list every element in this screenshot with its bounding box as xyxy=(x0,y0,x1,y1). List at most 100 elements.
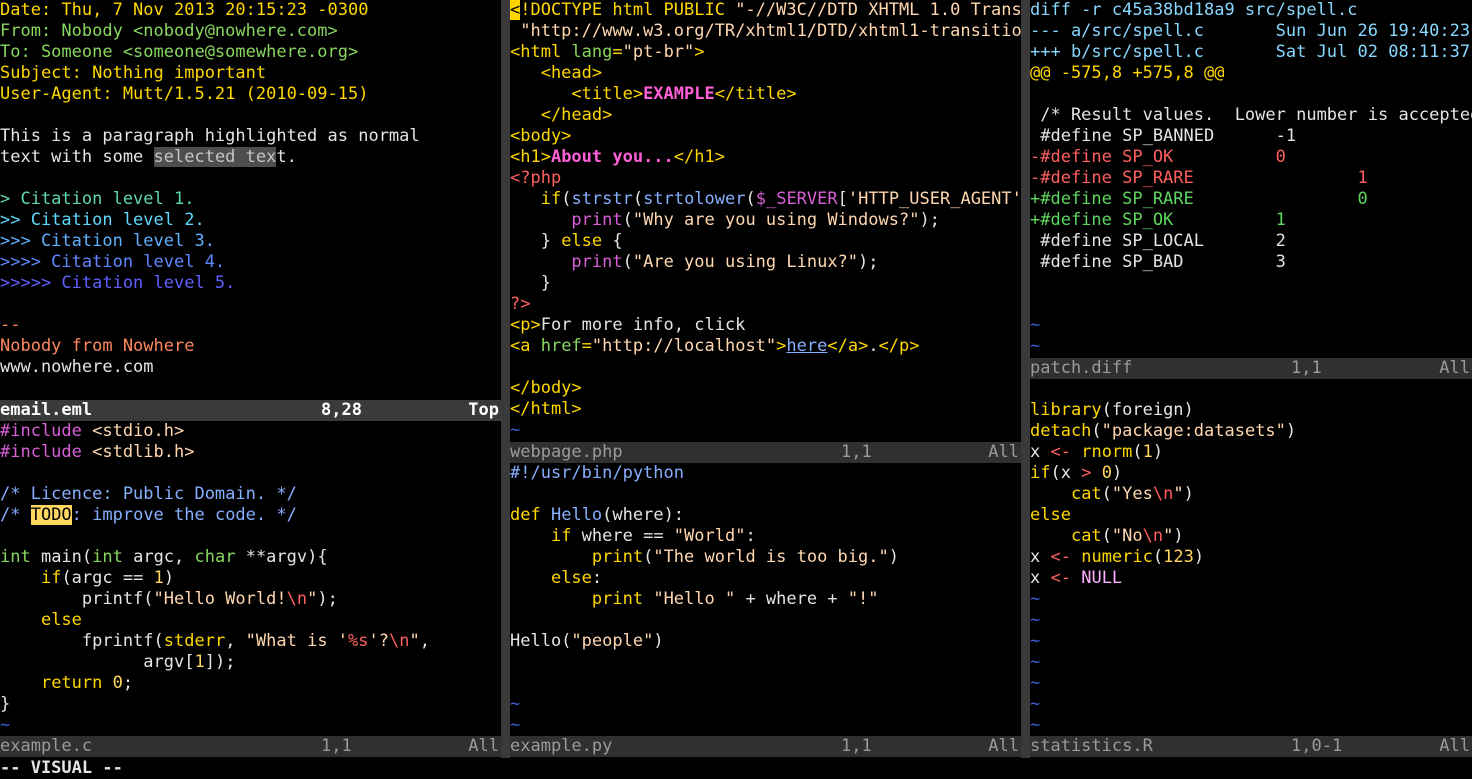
code-line[interactable]: Subject: Nothing important xyxy=(0,63,501,84)
pane-webpage[interactable]: <!DOCTYPE html PUBLIC "-//W3C//DTD XHTML… xyxy=(510,0,1021,442)
vertical-split-separator[interactable] xyxy=(501,0,510,758)
vertical-split-separator[interactable] xyxy=(1021,0,1030,758)
code-line[interactable]: print("The world is too big.") xyxy=(510,547,1021,568)
code-line[interactable] xyxy=(1030,294,1472,315)
code-line[interactable]: print("Why are you using Windows?"); xyxy=(510,210,1021,231)
code-line[interactable]: if(argc == 1) xyxy=(0,568,501,589)
code-line[interactable]: print("Are you using Linux?"); xyxy=(510,252,1021,273)
code-line[interactable]: def Hello(where): xyxy=(510,505,1021,526)
code-line[interactable]: fprintf(stderr, "What is '%s'?\n", xyxy=(0,631,501,652)
code-line[interactable]: >>>>> Citation level 5. xyxy=(0,273,501,294)
code-line[interactable]: x <- NULL xyxy=(1030,568,1472,589)
code-line[interactable]: x <- numeric(123) xyxy=(1030,547,1472,568)
statusline-example-c[interactable]: example.c 1,1 All xyxy=(0,736,501,757)
code-line[interactable]: else xyxy=(1030,505,1472,526)
code-line[interactable]: -#define SP_OK 0 xyxy=(1030,147,1472,168)
code-line[interactable]: text with some selected text. xyxy=(0,147,501,168)
code-line[interactable]: #define SP_BAD 3 xyxy=(1030,252,1472,273)
code-line[interactable]: +#define SP_OK 1 xyxy=(1030,210,1472,231)
code-line[interactable]: library(foreign) xyxy=(1030,400,1472,421)
code-line[interactable] xyxy=(0,105,501,126)
code-line[interactable]: /* TODO: improve the code. */ xyxy=(0,505,501,526)
code-line[interactable]: #define SP_LOCAL 2 xyxy=(1030,231,1472,252)
code-line[interactable] xyxy=(0,526,501,547)
code-line[interactable]: www.nowhere.com xyxy=(0,357,501,378)
code-line[interactable]: #define SP_BANNED -1 xyxy=(1030,126,1472,147)
code-line[interactable]: /* Licence: Public Domain. */ xyxy=(0,484,501,505)
code-line[interactable]: <html lang="pt-br"> xyxy=(510,42,1021,63)
code-line[interactable]: cat("Yes\n") xyxy=(1030,484,1472,505)
code-line[interactable]: <body> xyxy=(510,126,1021,147)
code-line[interactable]: +++ b/src/spell.c Sat Jul 02 08:11:37 xyxy=(1030,42,1472,63)
code-line[interactable]: <h1>About you...</h1> xyxy=(510,147,1021,168)
pane-patch-diff[interactable]: diff -r c45a38bd18a9 src/spell.c --- a/sr… xyxy=(1030,0,1472,358)
code-line[interactable]: } xyxy=(510,273,1021,294)
statusline-webpage[interactable]: webpage.php 1,1 All xyxy=(510,442,1021,463)
code-line[interactable]: <a href="http://localhost">here</a>.</p> xyxy=(510,336,1021,357)
code-line[interactable]: return 0; xyxy=(0,673,501,694)
code-line[interactable]: #include <stdlib.h> xyxy=(0,442,501,463)
code-line[interactable]: printf("Hello World!\n"); xyxy=(0,589,501,610)
code-line[interactable] xyxy=(510,484,1021,505)
code-line[interactable]: argv[1]); xyxy=(0,652,501,673)
code-line[interactable]: >>> Citation level 3. xyxy=(0,231,501,252)
code-line[interactable]: else: xyxy=(510,568,1021,589)
code-line[interactable]: /* Result values. Lower number is accept… xyxy=(1030,105,1472,126)
code-line[interactable]: Hello("people") xyxy=(510,631,1021,652)
code-line[interactable]: if(strstr(strtolower($_SERVER['HTTP_USER… xyxy=(510,189,1021,210)
code-line[interactable]: "http://www.w3.org/TR/xhtml1/DTD/xhtml1-… xyxy=(510,21,1021,42)
code-line[interactable]: int main(int argc, char **argv){ xyxy=(0,547,501,568)
code-line[interactable]: -#define SP_RARE 1 xyxy=(1030,168,1472,189)
code-line[interactable]: -- xyxy=(0,315,501,336)
statusline-statistics-r[interactable]: statistics.R 1,0-1 All xyxy=(1030,736,1472,757)
pane-statistics-r[interactable]: library(foreign) detach("package:datasets… xyxy=(1030,400,1472,736)
code-line[interactable]: User-Agent: Mutt/1.5.21 (2010-09-15) xyxy=(0,84,501,105)
code-line[interactable]: x <- rnorm(1) xyxy=(1030,442,1472,463)
code-line[interactable]: <title>EXAMPLE</title> xyxy=(510,84,1021,105)
code-line[interactable]: diff -r c45a38bd18a9 src/spell.c xyxy=(1030,0,1472,21)
code-line[interactable]: @@ -575,8 +575,8 @@ xyxy=(1030,63,1472,84)
pane-example-py[interactable]: #!/usr/bin/python def Hello(where): if wh… xyxy=(510,463,1021,736)
code-line[interactable] xyxy=(0,463,501,484)
code-line[interactable]: +#define SP_RARE 0 xyxy=(1030,189,1472,210)
code-line[interactable]: </html> xyxy=(510,399,1021,420)
code-line[interactable]: <head> xyxy=(510,63,1021,84)
code-line[interactable] xyxy=(510,357,1021,378)
statusline-patch-diff[interactable]: patch.diff 1,1 All xyxy=(1030,358,1472,379)
code-line[interactable] xyxy=(0,294,501,315)
code-line[interactable]: To: Someone <someone@somewhere.org> xyxy=(0,42,501,63)
code-line[interactable]: detach("package:datasets") xyxy=(1030,421,1472,442)
pane-email[interactable]: Date: Thu, 7 Nov 2013 20:15:23 -0300 From… xyxy=(0,0,501,400)
code-line[interactable]: --- a/src/spell.c Sun Jun 26 19:40:23 xyxy=(1030,21,1472,42)
code-line[interactable]: #!/usr/bin/python xyxy=(510,463,1021,484)
code-line[interactable]: #include <stdio.h> xyxy=(0,421,501,442)
code-line[interactable]: } xyxy=(0,694,501,715)
code-line[interactable]: if(x > 0) xyxy=(1030,463,1472,484)
code-line[interactable]: cat("No\n") xyxy=(1030,526,1472,547)
code-line[interactable] xyxy=(510,673,1021,694)
code-line[interactable]: <!DOCTYPE html PUBLIC "-//W3C//DTD XHTML… xyxy=(510,0,1021,21)
code-line[interactable] xyxy=(1030,273,1472,294)
code-line[interactable]: else xyxy=(0,610,501,631)
code-line[interactable]: Date: Thu, 7 Nov 2013 20:15:23 -0300 xyxy=(0,0,501,21)
code-line[interactable] xyxy=(0,168,501,189)
code-line[interactable]: From: Nobody <nobody@nowhere.com> xyxy=(0,21,501,42)
code-line[interactable]: </body> xyxy=(510,378,1021,399)
statusline-example-py[interactable]: example.py 1,1 All xyxy=(510,736,1021,757)
code-line[interactable]: >>>> Citation level 4. xyxy=(0,252,501,273)
code-line[interactable]: if where == "World": xyxy=(510,526,1021,547)
code-line[interactable] xyxy=(1030,84,1472,105)
code-line[interactable]: print "Hello " + where + "!" xyxy=(510,589,1021,610)
code-line[interactable]: >> Citation level 2. xyxy=(0,210,501,231)
code-line[interactable]: </head> xyxy=(510,105,1021,126)
code-line[interactable]: <p>For more info, click xyxy=(510,315,1021,336)
code-line[interactable]: ?> xyxy=(510,294,1021,315)
code-line[interactable]: > Citation level 1. xyxy=(0,189,501,210)
code-line[interactable]: Nobody from Nowhere xyxy=(0,336,501,357)
code-line[interactable]: This is a paragraph highlighted as norma… xyxy=(0,126,501,147)
code-line[interactable]: <?php xyxy=(510,168,1021,189)
code-line[interactable] xyxy=(510,610,1021,631)
pane-example-c[interactable]: #include <stdio.h> #include <stdlib.h> /* … xyxy=(0,421,501,736)
code-line[interactable]: } else { xyxy=(510,231,1021,252)
code-line[interactable] xyxy=(510,652,1021,673)
